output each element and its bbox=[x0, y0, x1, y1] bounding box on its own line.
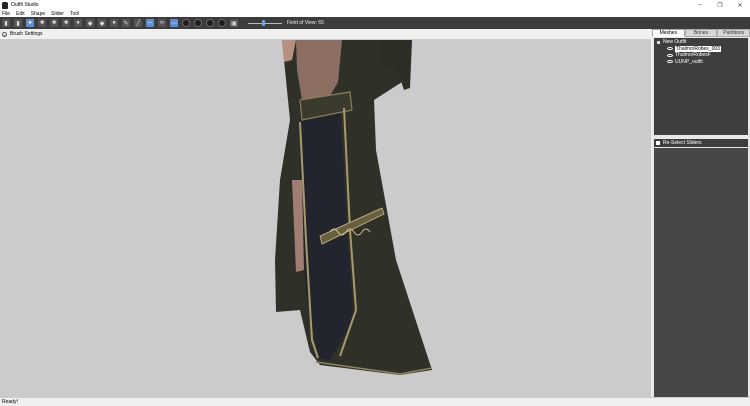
chevron-down-icon[interactable]: ⌄ bbox=[2, 31, 7, 37]
fov-label: Field of View: 65 bbox=[287, 20, 324, 26]
standard-brush-icon[interactable]: ● bbox=[26, 19, 34, 27]
minimize-button[interactable]: – bbox=[690, 0, 710, 10]
tree-item-mesh[interactable]: UUNP_outfit bbox=[654, 59, 748, 66]
window-controls: – ❐ ✕ bbox=[690, 0, 750, 10]
checkbox-icon[interactable] bbox=[656, 141, 660, 145]
slider-list[interactable] bbox=[654, 148, 748, 397]
reselect-sliders-checkbox[interactable]: Re-Select Sliders bbox=[654, 139, 748, 147]
visibility-eye-icon[interactable] bbox=[667, 47, 673, 51]
field-of-view-slider[interactable] bbox=[248, 19, 282, 27]
fov-thumb[interactable] bbox=[261, 20, 265, 26]
menu-bar: File Edit Shape Slider Tool bbox=[0, 10, 750, 17]
visibility-eye-icon[interactable] bbox=[667, 60, 673, 64]
menu-shape[interactable]: Shape bbox=[31, 11, 45, 17]
view-front-icon[interactable] bbox=[182, 19, 190, 27]
pin-icon[interactable]: ╱ bbox=[134, 19, 142, 27]
global-brush-icon[interactable]: ⋯ bbox=[170, 19, 178, 27]
status-bar: Ready! bbox=[0, 397, 750, 406]
smooth-brush-icon[interactable]: ◆ bbox=[86, 19, 94, 27]
mask-brush-icon[interactable]: ■ bbox=[38, 19, 46, 27]
right-panel: Meshes Bones Partitions New Outfit Thalm… bbox=[652, 29, 750, 397]
tab-partitions[interactable]: Partitions bbox=[717, 29, 750, 37]
panel-tabs: Meshes Bones Partitions bbox=[652, 29, 750, 37]
select-tool-icon[interactable]: ▮ bbox=[2, 19, 10, 27]
tree-item-label: UUNP_outfit bbox=[675, 58, 703, 65]
tree-item-label: ThalmorRobes_003 bbox=[675, 45, 721, 52]
app-icon bbox=[2, 1, 8, 9]
view-left-icon[interactable] bbox=[206, 19, 214, 27]
fov-track bbox=[248, 22, 282, 24]
pencil-icon[interactable]: ✎ bbox=[122, 19, 130, 27]
maximize-button[interactable]: ❐ bbox=[710, 0, 730, 10]
color-brush-icon[interactable]: ● bbox=[110, 19, 118, 27]
mesh-tree: New Outfit ThalmorRobes_003 ThalmorRobes… bbox=[654, 38, 748, 135]
menu-slider[interactable]: Slider bbox=[51, 11, 64, 17]
brush-settings-bar[interactable]: ⌄ Brush Settings bbox=[0, 29, 651, 40]
weight-brush-icon[interactable]: ◆ bbox=[98, 19, 106, 27]
view-right-icon[interactable] bbox=[218, 19, 226, 27]
tab-meshes[interactable]: Meshes bbox=[652, 29, 685, 37]
menu-file[interactable]: File bbox=[2, 11, 10, 17]
outfit-icon bbox=[657, 40, 660, 44]
view-back-icon[interactable] bbox=[194, 19, 202, 27]
tree-root-label: New Outfit bbox=[663, 39, 687, 46]
outfit-mesh-render bbox=[275, 40, 433, 375]
brush-settings-label: Brush Settings bbox=[10, 31, 43, 37]
menu-tool[interactable]: Tool bbox=[70, 11, 79, 17]
menu-edit[interactable]: Edit bbox=[16, 11, 25, 17]
connected-only-icon[interactable]: ∞ bbox=[158, 19, 166, 27]
transform-tool-icon[interactable]: ▮ bbox=[14, 19, 22, 27]
tree-item-label: ThalmorRobesF bbox=[675, 52, 711, 59]
toolbar: ▮ ▮ ● ■ ■ ■ ● ◆ ◆ ● ✎ ╱ ⇔ ∞ ⋯ ▣ Field of… bbox=[0, 17, 750, 29]
deflate-brush-icon[interactable]: ■ bbox=[62, 19, 70, 27]
close-button[interactable]: ✕ bbox=[730, 0, 750, 10]
title-bar: Outfit Studio – ❐ ✕ bbox=[0, 0, 750, 10]
visibility-eye-icon[interactable] bbox=[667, 53, 673, 57]
inflate-brush-icon[interactable]: ■ bbox=[50, 19, 58, 27]
window-title: Outfit Studio bbox=[11, 2, 39, 8]
perspective-toggle-icon[interactable]: ▣ bbox=[230, 19, 238, 27]
3d-viewport[interactable] bbox=[0, 40, 651, 397]
move-brush-icon[interactable]: ● bbox=[74, 19, 82, 27]
status-text: Ready! bbox=[2, 399, 18, 405]
x-mirror-icon[interactable]: ⇔ bbox=[146, 19, 154, 27]
tab-bones[interactable]: Bones bbox=[684, 29, 718, 37]
reselect-sliders-label: Re-Select Sliders bbox=[663, 140, 702, 146]
